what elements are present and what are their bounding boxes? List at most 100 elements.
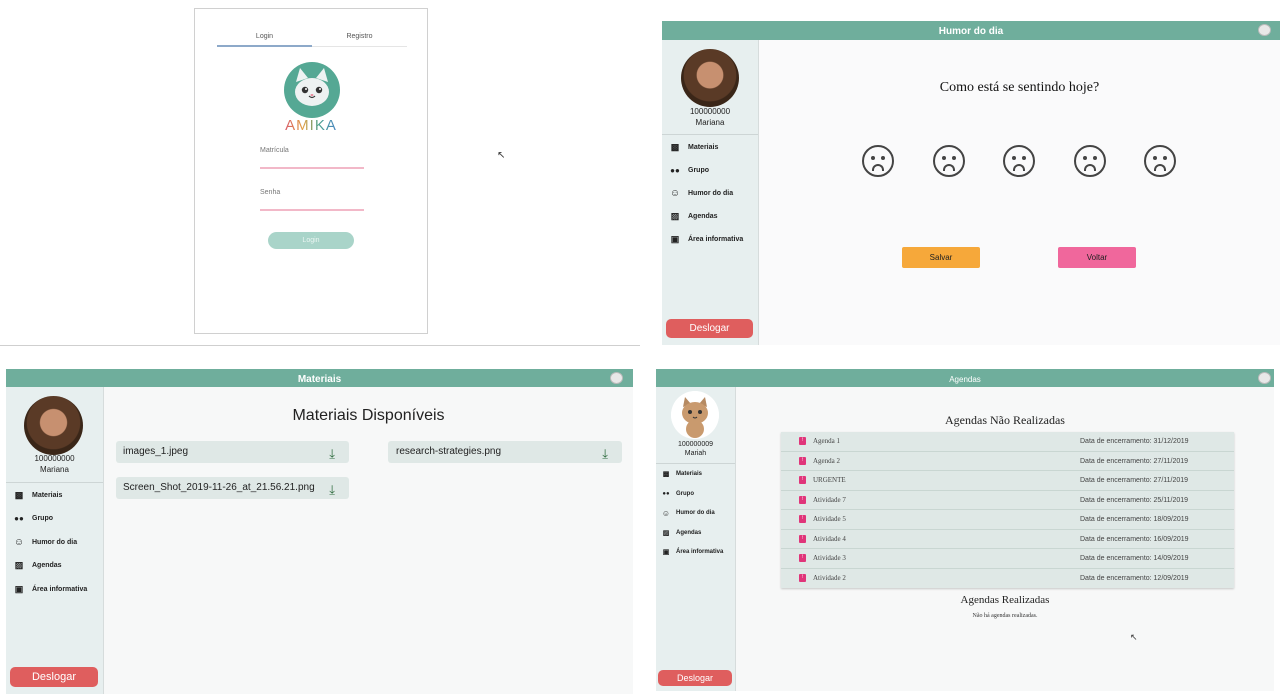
sidebar-item-area-informativa[interactable]: ▣ Área informativa xyxy=(662,232,758,246)
sidebar-item-materiais[interactable]: ▩ Materiais xyxy=(656,468,735,480)
flag-icon: ! xyxy=(799,515,806,523)
sidebar-item-grupo[interactable]: ●● Grupo xyxy=(6,511,103,525)
info-card-icon: ▣ xyxy=(662,549,670,556)
save-button[interactable]: Salvar xyxy=(902,247,980,268)
download-icon[interactable]: ⤓ xyxy=(602,446,608,462)
agendas-panel: Agendas 100000009 Mariah ▩ Materiais ●● Gr… xyxy=(656,369,1274,691)
smiley-icon: ☺ xyxy=(13,536,25,548)
agenda-date: Data de encerramento: 18/09/2019 xyxy=(1080,516,1189,523)
sidebar-item-label: Grupo xyxy=(676,491,694,497)
file-card[interactable]: research-strategies.png ⤓ xyxy=(388,441,622,463)
sidebar-item-materiais[interactable]: ▩ Materiais xyxy=(6,488,103,502)
table-row[interactable]: ! URGENTE Data de encerramento: 27/11/2019 xyxy=(781,471,1234,491)
table-row[interactable]: ! Agenda 1 Data de encerramento: 31/12/201… xyxy=(781,432,1234,452)
agenda-name: Atividade 3 xyxy=(813,554,846,562)
done-empty-text: Não há agendas realizadas. xyxy=(972,613,1038,619)
back-button[interactable]: Voltar xyxy=(1058,247,1136,268)
folder-icon: ▩ xyxy=(14,489,24,500)
cat-avatar-icon[interactable] xyxy=(610,372,623,384)
mood-face-1-icon[interactable] xyxy=(862,145,894,177)
sidebar-item-agendas[interactable]: ▨ Agendas xyxy=(662,209,758,223)
sidebar-item-humor[interactable]: ☺ Humor do dia xyxy=(656,507,735,519)
table-row[interactable]: ! Atividade 5 Data de encerramento: 18/09/… xyxy=(781,510,1234,530)
sidebar-item-agendas[interactable]: ▨ Agendas xyxy=(656,527,735,539)
agenda-name: Atividade 5 xyxy=(813,515,846,523)
calendar-icon: ▨ xyxy=(670,210,680,221)
login-panel: Login Registro AMIKA Matrícula Senha Log… xyxy=(0,0,640,346)
amika-logo-icon xyxy=(284,62,340,118)
sidebar-item-label: Humor do dia xyxy=(676,510,715,516)
user-avatar[interactable] xyxy=(24,396,83,455)
mood-face-2-icon[interactable] xyxy=(933,145,965,177)
mood-face-3-icon[interactable] xyxy=(1003,145,1035,177)
sidebar-item-grupo[interactable]: ●● Grupo xyxy=(656,488,735,500)
logout-button[interactable]: Deslogar xyxy=(658,670,732,686)
calendar-icon: ▨ xyxy=(662,530,670,537)
sidebar-item-label: Materiais xyxy=(676,471,703,477)
mouse-cursor-icon: ↖ xyxy=(497,150,506,161)
info-card-icon: ▣ xyxy=(14,583,24,594)
agenda-date: Data de encerramento: 27/11/2019 xyxy=(1080,458,1189,465)
materiais-topbar-title: Materiais xyxy=(297,374,342,385)
tab-active-indicator xyxy=(217,45,312,47)
group-icon: ●● xyxy=(662,491,670,497)
senha-field[interactable] xyxy=(260,201,364,211)
brand-text: AMIKA xyxy=(285,117,337,134)
smiley-icon: ☺ xyxy=(661,508,671,518)
mood-face-4-icon[interactable] xyxy=(1074,145,1106,177)
matricula-label: Matrícula xyxy=(260,147,289,154)
agenda-name: Agenda 1 xyxy=(813,437,841,445)
cat-avatar-icon[interactable] xyxy=(1258,372,1271,384)
sidebar-item-humor[interactable]: ☺ Humor do dia xyxy=(662,186,758,200)
download-icon[interactable]: ⤓ xyxy=(329,446,335,462)
sidebar-item-area-informativa[interactable]: ▣ Área informativa xyxy=(6,582,103,596)
cat-user-avatar[interactable] xyxy=(671,391,719,439)
folder-icon: ▩ xyxy=(670,141,680,152)
cat-illustration-icon xyxy=(671,391,719,439)
mouse-cursor-icon: ↖ xyxy=(1130,633,1138,643)
agenda-name: Agenda 2 xyxy=(813,457,841,465)
file-card[interactable]: images_1.jpeg ⤓ xyxy=(116,441,349,463)
table-row[interactable]: ! Atividade 2 Data de encerramento: 12/09/… xyxy=(781,569,1234,588)
sidebar-item-area-informativa[interactable]: ▣ Área informativa xyxy=(656,546,735,558)
table-row[interactable]: ! Agenda 2 Data de encerramento: 27/11/201… xyxy=(781,452,1234,471)
agenda-date: Data de encerramento: 16/09/2019 xyxy=(1080,536,1189,543)
mood-face-5-icon[interactable] xyxy=(1144,145,1176,177)
sidebar-divider xyxy=(662,134,758,135)
materiais-heading: Materiais Disponíveis xyxy=(292,407,445,424)
logout-button[interactable]: Deslogar xyxy=(10,667,98,687)
file-name: images_1.jpeg xyxy=(123,446,189,457)
agenda-name: Atividade 2 xyxy=(813,574,846,582)
materiais-sidebar: 100000000 Mariana ▩ Materiais ●● Grupo ☺ Hu… xyxy=(6,387,104,694)
download-icon[interactable]: ⤓ xyxy=(329,482,335,498)
sidebar-item-label: Área informativa xyxy=(688,235,744,243)
materiais-topbar: Materiais xyxy=(6,369,633,387)
agendas-table: ! Agenda 1 Data de encerramento: 31/12/201… xyxy=(781,432,1234,588)
flag-icon: ! xyxy=(799,496,806,504)
sidebar-item-humor[interactable]: ☺ Humor do dia xyxy=(6,535,103,549)
materiais-panel: Materiais 100000000 Mariana ▩ Materiais ●… xyxy=(6,369,633,694)
matricula-field[interactable] xyxy=(260,159,364,169)
sidebar-item-materiais[interactable]: ▩ Materiais xyxy=(662,140,758,154)
cat-avatar-icon[interactable] xyxy=(1258,24,1271,36)
sidebar-item-agendas[interactable]: ▨ Agendas xyxy=(6,558,103,572)
user-name: Mariana xyxy=(695,118,725,127)
file-card[interactable]: Screen_Shot_2019-11-26_at_21.56.21.png ⤓ xyxy=(116,477,349,499)
file-name: Screen_Shot_2019-11-26_at_21.56.21.png xyxy=(123,482,315,493)
table-row[interactable]: ! Atividade 4 Data de encerramento: 16/09/… xyxy=(781,530,1234,549)
flag-icon: ! xyxy=(799,476,806,484)
info-card-icon: ▣ xyxy=(670,233,680,244)
sidebar-item-label: Área informativa xyxy=(32,585,88,593)
humor-sidebar: 100000000 Mariana ▩ Materiais ●● Grupo ☺ Hu… xyxy=(662,40,759,345)
tab-registro[interactable]: Registro xyxy=(312,33,407,40)
user-avatar[interactable] xyxy=(681,49,739,107)
login-button[interactable]: Login xyxy=(268,232,354,249)
tab-login[interactable]: Login xyxy=(217,33,312,40)
agenda-date: Data de encerramento: 27/11/2019 xyxy=(1080,477,1189,484)
table-row[interactable]: ! Atividade 3 Data de encerramento: 14/09/… xyxy=(781,549,1234,569)
sidebar-item-label: Área informativa xyxy=(676,549,724,555)
smiley-icon: ☺ xyxy=(669,187,681,199)
logout-button[interactable]: Deslogar xyxy=(666,319,753,338)
sidebar-item-grupo[interactable]: ●● Grupo xyxy=(662,163,758,177)
table-row[interactable]: ! Atividade 7 Data de encerramento: 25/11/… xyxy=(781,491,1234,510)
